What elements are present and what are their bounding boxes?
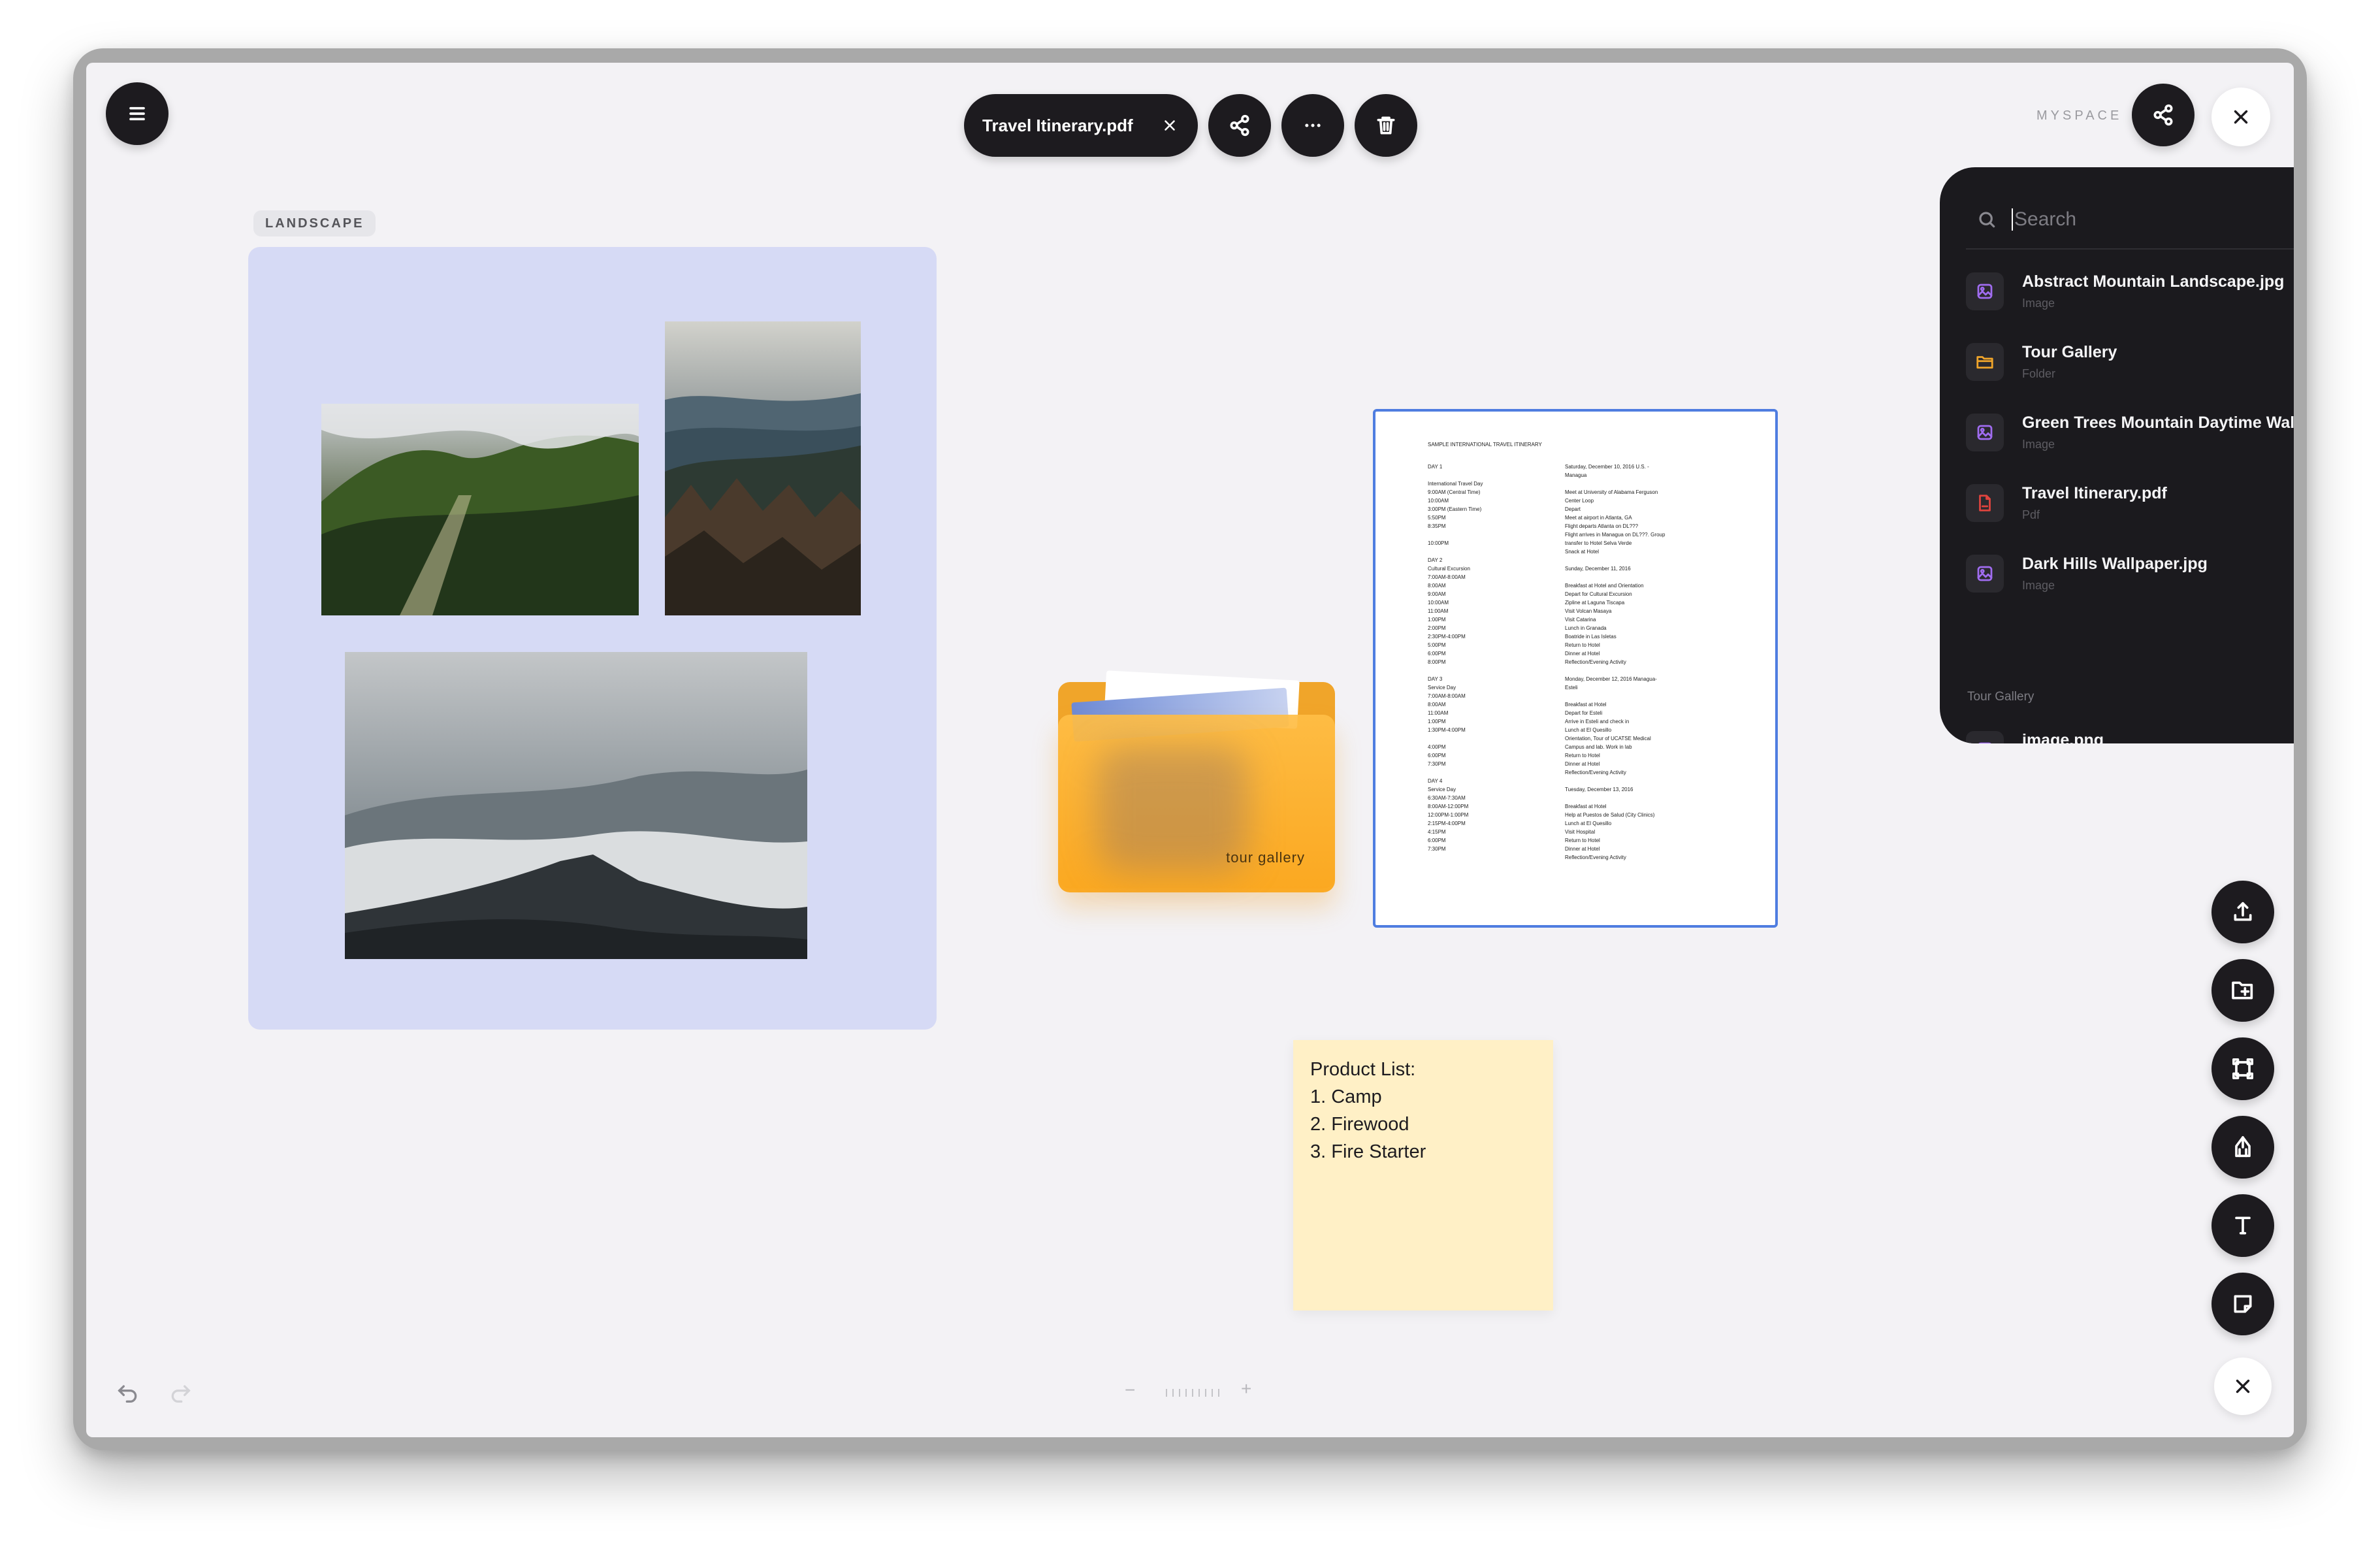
result-type: Pdf [2022, 508, 2040, 521]
more-options-button[interactable] [1281, 94, 1344, 157]
sticky-note[interactable]: Product List: 1. Camp 2. Firewood 3. Fir… [1293, 1040, 1553, 1311]
open-file-pill[interactable]: Travel Itinerary.pdf [964, 94, 1198, 157]
document-activities: Saturday, December 10, 2016 U.S. - Manag… [1565, 464, 1665, 860]
redo-icon [171, 1385, 191, 1403]
result-name: Green Trees Mountain Daytime Wallpa... [2022, 414, 2294, 432]
image-icon [1966, 555, 2004, 593]
menu-button[interactable] [106, 82, 169, 145]
result-name: Abstract Mountain Landscape.jpg [2022, 272, 2285, 291]
note-line: Product List: [1310, 1059, 1416, 1080]
text-tool-button[interactable] [2211, 1194, 2274, 1257]
result-name: Dark Hills Wallpaper.jpg [2022, 555, 2208, 573]
section-heading: Tour Gallery [1967, 690, 2034, 704]
pdf-icon [1966, 484, 2004, 522]
note-line: 2. Firewood [1310, 1114, 1409, 1135]
frame-icon [2232, 1058, 2253, 1079]
search-panel: Abstract Mountain Landscape.jpg Image To… [1940, 167, 2294, 743]
brand-label: MYSPACE [2036, 108, 2123, 123]
search-result[interactable]: image.png Image [1966, 720, 2294, 743]
image-icon [1966, 414, 2004, 451]
search-result[interactable]: Abstract Mountain Landscape.jpg Image [1966, 261, 2294, 321]
close-tools-button[interactable] [2214, 1358, 2272, 1415]
green-trees-mountain-photo[interactable] [665, 321, 861, 615]
result-name: Travel Itinerary.pdf [2022, 484, 2167, 502]
abstract-mountain-photo[interactable] [321, 404, 639, 615]
folder-plus-icon [2232, 981, 2253, 1000]
redo-button[interactable] [167, 1380, 193, 1406]
undo-icon [118, 1385, 137, 1403]
search-icon [1979, 212, 1995, 228]
pen-nib-icon [2235, 1136, 2251, 1158]
note-line: 1. Camp [1310, 1086, 1382, 1107]
search-result[interactable]: Travel Itinerary.pdf Pdf [1966, 473, 2294, 533]
share-icon [1230, 114, 1249, 137]
image-icon [1966, 272, 2004, 310]
folder-name: tour gallery [1226, 849, 1305, 866]
share-space-button[interactable] [2132, 84, 2195, 146]
travel-itinerary-document[interactable]: SAMPLE INTERNATIONAL TRAVEL ITINERARY DA… [1373, 409, 1778, 928]
result-type: Image [2022, 438, 2055, 451]
landscape-group[interactable] [248, 247, 937, 1030]
trash-icon [1377, 116, 1395, 135]
sticky-note-icon [2234, 1295, 2252, 1313]
result-type: Image [2022, 297, 2055, 310]
dark-hills-photo[interactable] [345, 652, 807, 959]
zoom-slider[interactable] [1164, 1386, 1225, 1399]
open-file-name: Travel Itinerary.pdf [982, 115, 1133, 135]
share-file-button[interactable] [1208, 94, 1271, 157]
image-icon [1966, 731, 2004, 743]
result-name: Tour Gallery [2022, 343, 2117, 361]
search-bar [1966, 191, 2294, 250]
search-result[interactable]: Tour Gallery Folder [1966, 332, 2294, 392]
share-icon [2153, 104, 2173, 126]
undo-button[interactable] [115, 1380, 141, 1406]
delete-button[interactable] [1355, 94, 1417, 157]
search-result[interactable]: Green Trees Mountain Daytime Wallpa... I… [1966, 402, 2294, 463]
note-line: 3. Fire Starter [1310, 1141, 1426, 1162]
group-label: LANDSCAPE [253, 210, 376, 236]
new-folder-button[interactable] [2211, 959, 2274, 1022]
zoom-ticks [1166, 1389, 1219, 1397]
canvas-screen: Travel Itinerary.pdf MYSPACE LANDSCAPE t… [86, 63, 2294, 1437]
close-icon [2236, 1379, 2250, 1393]
sticky-note-tool-button[interactable] [2211, 1273, 2274, 1335]
zoom-out-button[interactable]: − [1125, 1380, 1135, 1401]
upload-button[interactable] [2211, 881, 2274, 943]
document-times: DAY 1 International Travel Day 9:00AM (C… [1428, 464, 1483, 852]
result-type: Folder [2022, 367, 2056, 380]
result-name: image.png [2022, 731, 2104, 743]
more-icon [1305, 123, 1321, 127]
document-title: SAMPLE INTERNATIONAL TRAVEL ITINERARY [1428, 442, 1542, 448]
search-result[interactable]: Dark Hills Wallpaper.jpg Image [1966, 544, 2294, 604]
close-icon[interactable] [1161, 117, 1178, 134]
close-icon [2234, 110, 2248, 124]
upload-icon [2234, 902, 2252, 921]
text-icon [2235, 1216, 2251, 1235]
pen-tool-button[interactable] [2211, 1116, 2274, 1179]
search-input[interactable] [2012, 208, 2294, 231]
zoom-in-button[interactable]: + [1241, 1378, 1251, 1399]
close-panel-button[interactable] [2211, 88, 2270, 146]
result-type: Image [2022, 579, 2055, 592]
hamburger-icon [129, 106, 145, 121]
tour-gallery-folder[interactable]: tour gallery [1058, 670, 1335, 892]
frame-tool-button[interactable] [2211, 1037, 2274, 1100]
folder-icon [1966, 343, 2004, 381]
